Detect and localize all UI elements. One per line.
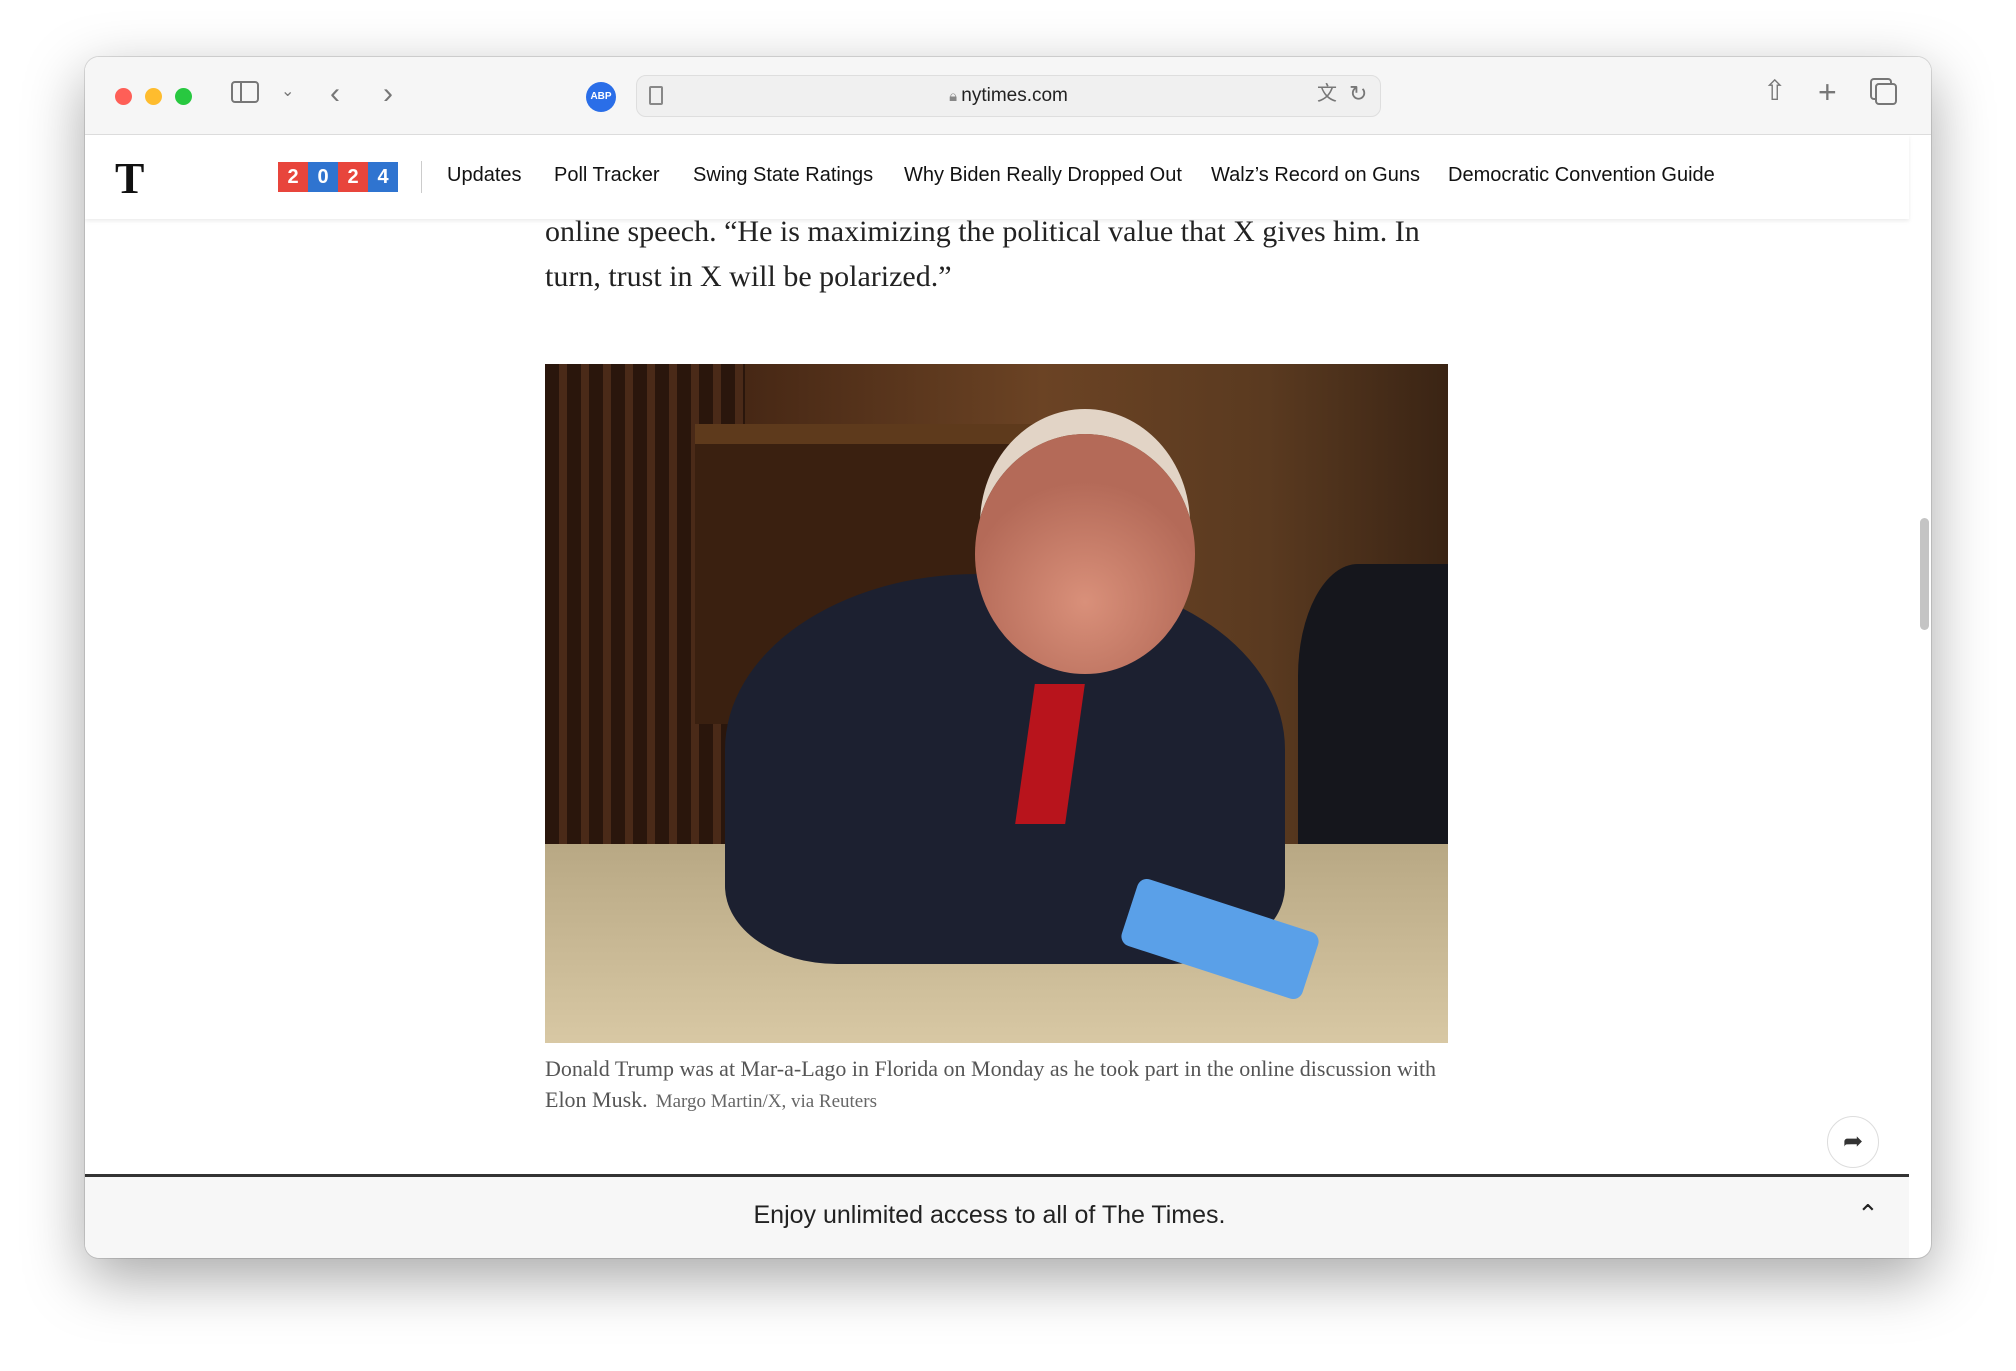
url-text: nytimes.com [961,85,1068,106]
article-content: online speech. “He is maximizing the pol… [85,215,1909,1174]
adblock-extension-icon[interactable]: ABP [586,82,616,112]
article-paragraph: online speech. “He is maximizing the pol… [545,215,1420,293]
new-tab-icon[interactable]: + [1818,76,1837,108]
chevron-up-icon[interactable]: ⌃ [1857,1199,1879,1230]
article-photo[interactable] [545,364,1448,1043]
share-arrow-icon: ➦ [1842,1128,1864,1155]
browser-window: ⌄ ‹ › ABP 🔒︎ nytimes.com 文 ↻ ⇧ + T 2 0 2… [85,57,1931,1258]
browser-toolbar: ⌄ ‹ › ABP 🔒︎ nytimes.com 文 ↻ ⇧ + [85,57,1931,135]
back-icon[interactable]: ‹ [330,79,340,109]
nav-poll-tracker[interactable]: Poll Tracker [554,164,660,187]
year-digit: 4 [368,162,398,192]
translate-icon[interactable]: 文 [1317,84,1337,104]
share-article-button[interactable]: ➦ [1827,1116,1879,1168]
tabs-overview-icon[interactable] [1875,83,1897,105]
nav-updates[interactable]: Updates [447,164,522,187]
banner-text: Enjoy unlimited access to all of The Tim… [753,1201,1226,1229]
year-digit: 2 [278,162,308,192]
maximize-window-button[interactable] [175,88,192,105]
chevron-down-icon[interactable]: ⌄ [281,84,294,100]
nav-walz-record-guns[interactable]: Walz’s Record on Guns [1211,164,1420,187]
photo-credit: Margo Martin/X, via Reuters [655,1091,877,1112]
page-scrollbar[interactable] [1920,518,1929,630]
forward-icon[interactable]: › [383,79,393,109]
nav-swing-state-ratings[interactable]: Swing State Ratings [693,164,873,187]
photo-caption: Donald Trump was at Mar-a-Lago in Florid… [545,1053,1448,1117]
address-bar[interactable]: 🔒︎ nytimes.com 文 ↻ [636,75,1381,117]
lock-icon: 🔒︎ [949,88,962,105]
close-window-button[interactable] [115,88,132,105]
share-icon[interactable]: ⇧ [1763,77,1786,105]
nav-divider [421,161,422,193]
nyt-logo[interactable]: T [115,153,144,204]
site-nav: T 2 0 2 4 Updates Poll Tracker Swing Sta… [85,135,1909,219]
sidebar-icon[interactable] [231,81,259,103]
nav-why-biden-dropped-out[interactable]: Why Biden Really Dropped Out [904,164,1182,187]
nav-convention-guide[interactable]: Democratic Convention Guide [1448,164,1715,187]
reload-icon[interactable]: ↻ [1349,83,1367,105]
year-digit: 2 [338,162,368,192]
year-digit: 0 [308,162,338,192]
election-2024-badge[interactable]: 2 0 2 4 [278,162,398,192]
minimize-window-button[interactable] [145,88,162,105]
subscribe-banner[interactable]: Enjoy unlimited access to all of The Tim… [85,1174,1909,1258]
